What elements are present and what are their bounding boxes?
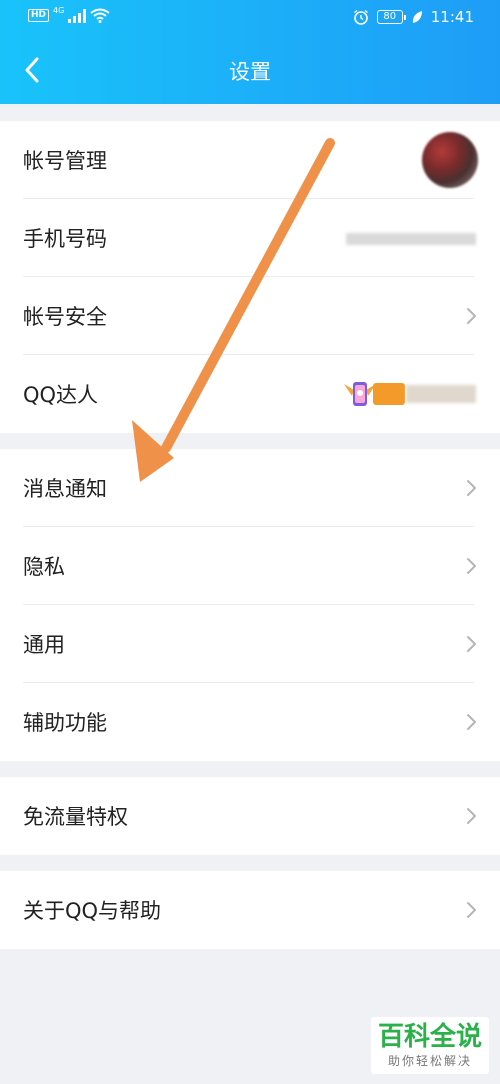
row-general[interactable]: 通用 [0, 605, 500, 683]
chevron-right-icon [467, 808, 476, 824]
page-title: 设置 [229, 60, 271, 84]
general-group: 消息通知 隐私 通用 辅助功能 [0, 449, 500, 761]
chevron-right-icon [467, 308, 476, 324]
battery-level: 80 [376, 10, 406, 24]
expert-level-strip [373, 383, 405, 405]
network-type: 4G [53, 6, 65, 15]
row-qq-expert[interactable]: QQ达人 [0, 355, 500, 433]
row-label: 帐号安全 [23, 305, 107, 329]
account-group: 帐号管理 手机号码 帐号安全 QQ达人 [0, 121, 500, 433]
row-label: 辅助功能 [23, 711, 107, 735]
chevron-right-icon [467, 558, 476, 574]
watermark-logo: 百科全说 助你轻松解决 [371, 1017, 489, 1074]
alarm-icon [353, 9, 368, 25]
watermark-sub-text: 助你轻松解决 [387, 1054, 472, 1068]
row-free-data-privilege[interactable]: 免流量特权 [0, 777, 500, 855]
status-bar: HD 4G 80 11:41 [0, 0, 500, 34]
chevron-right-icon [467, 480, 476, 496]
row-label: 消息通知 [23, 477, 107, 501]
row-label: 手机号码 [23, 227, 107, 251]
row-label: 帐号管理 [23, 149, 107, 173]
hd-badge: HD [28, 9, 50, 22]
chevron-right-icon [467, 902, 476, 918]
watermark-main-text: 百科全说 [377, 1022, 482, 1052]
blurred-phone-value [346, 233, 476, 245]
leaf-icon [412, 11, 422, 23]
row-phone-number[interactable]: 手机号码 [0, 199, 500, 277]
row-account-security[interactable]: 帐号安全 [0, 277, 500, 355]
status-time: 11:41 [430, 8, 474, 26]
row-accessibility[interactable]: 辅助功能 [0, 683, 500, 761]
wifi-icon [90, 8, 110, 23]
free-data-group: 免流量特权 [0, 777, 500, 855]
app-header: HD 4G 80 11:41 设置 [0, 0, 500, 104]
chevron-right-icon [467, 714, 476, 730]
chevron-right-icon [467, 636, 476, 652]
row-label: 关于QQ与帮助 [23, 899, 162, 923]
row-label: 隐私 [23, 555, 65, 579]
row-label: 免流量特权 [23, 805, 128, 829]
about-group: 关于QQ与帮助 [0, 871, 500, 949]
row-privacy[interactable]: 隐私 [0, 527, 500, 605]
signal-icon [68, 8, 87, 23]
avatar [422, 132, 478, 188]
blurred-expert-days [406, 385, 476, 403]
row-account-management[interactable]: 帐号管理 [0, 121, 500, 199]
row-message-notification[interactable]: 消息通知 [0, 449, 500, 527]
row-label: QQ达人 [23, 383, 99, 407]
row-about-and-help[interactable]: 关于QQ与帮助 [0, 871, 500, 949]
row-label: 通用 [23, 633, 65, 657]
